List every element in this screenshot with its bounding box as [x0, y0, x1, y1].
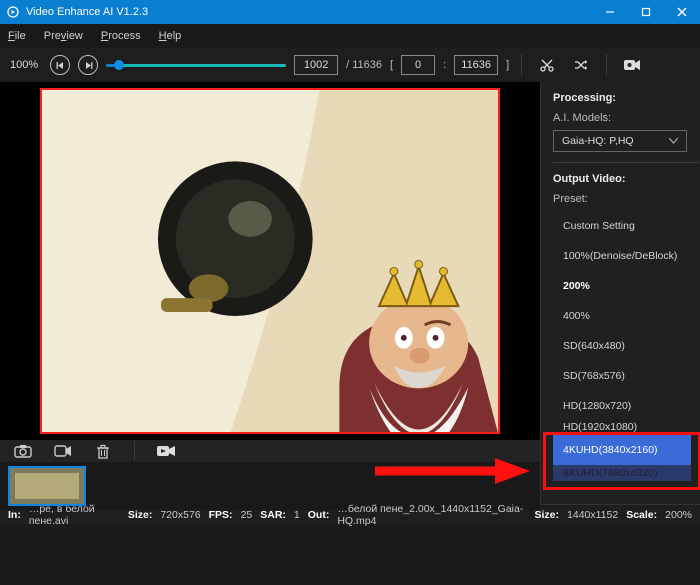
range-end-input[interactable]: 11636 — [454, 55, 498, 75]
zoom-level[interactable]: 100% — [10, 59, 38, 71]
minimize-button[interactable] — [592, 0, 628, 24]
status-size1-value: 720x576 — [160, 509, 200, 521]
preset-sd768[interactable]: SD(768x576) — [553, 361, 691, 391]
model-label: A.I. Models: — [553, 112, 700, 124]
status-out-label: Out: — [308, 509, 330, 521]
bracket-close: ] — [506, 59, 509, 71]
output-header: Output Video: — [553, 173, 700, 185]
side-panel: Processing: A.I. Models: Gaia-HQ: P,HQ O… — [540, 82, 700, 504]
preset-hd1280[interactable]: HD(1280x720) — [553, 391, 691, 421]
app-title: Video Enhance AI V1.2.3 — [26, 6, 592, 18]
status-sar-value: 1 — [294, 509, 300, 521]
preset-sd640[interactable]: SD(640x480) — [553, 331, 691, 361]
status-scale-label: Scale: — [626, 509, 657, 521]
model-select[interactable]: Gaia-HQ: P,HQ — [553, 130, 687, 152]
timeline-slider[interactable] — [106, 58, 286, 72]
status-bar: In: …pe, в белой пене.avi Size: 720x576 … — [0, 504, 700, 525]
chevron-down-icon — [669, 135, 678, 147]
next-frame-button[interactable] — [78, 55, 98, 75]
shuffle-button[interactable] — [568, 54, 594, 76]
preview-frame[interactable] — [40, 88, 500, 434]
prev-frame-button[interactable] — [50, 55, 70, 75]
maximize-button[interactable] — [628, 0, 664, 24]
status-size1-label: Size: — [128, 509, 153, 521]
app-logo — [6, 5, 20, 19]
preset-list: Custom Setting 100%(Denoise/DeBlock) 200… — [553, 211, 700, 481]
preset-custom[interactable]: Custom Setting — [553, 211, 691, 241]
status-fps-label: FPS: — [209, 509, 233, 521]
range-start-input[interactable]: 0 — [401, 55, 435, 75]
status-sar-label: SAR: — [260, 509, 286, 521]
status-size2-label: Size: — [535, 509, 560, 521]
preset-hd1920[interactable]: HD(1920x1080) — [553, 421, 691, 435]
trash-button[interactable] — [90, 440, 116, 462]
processing-header: Processing: — [553, 92, 700, 104]
cut-button[interactable] — [534, 54, 560, 76]
process-button[interactable] — [153, 440, 179, 462]
preset-label: Preset: — [553, 193, 700, 205]
range-sep: : — [443, 59, 446, 71]
preset-4kuhd[interactable]: 4KUHD(3840x2160) — [553, 435, 691, 465]
clip-thumbnail[interactable] — [8, 466, 86, 506]
status-in-value: …pe, в белой пене.avi — [29, 503, 120, 527]
record-button[interactable] — [619, 54, 645, 76]
current-frame-input[interactable]: 1002 — [294, 55, 338, 75]
toolbar: 100% 1002 / 11636 [ 0 : 11636 ] — [0, 48, 700, 82]
menubar: File Preview Process Help — [0, 24, 700, 48]
menu-file[interactable]: File — [8, 30, 26, 42]
total-frames: / 11636 — [346, 59, 382, 71]
titlebar: Video Enhance AI V1.2.3 — [0, 0, 700, 24]
model-value: Gaia-HQ: P,HQ — [562, 135, 634, 147]
bottom-toolbar — [0, 440, 540, 462]
preset-8kuhd[interactable]: 8KUHD(7680x4320) — [553, 465, 691, 481]
status-fps-value: 25 — [241, 509, 253, 521]
preset-200[interactable]: 200% — [553, 271, 691, 301]
status-size2-value: 1440x1152 — [567, 509, 618, 521]
status-in-label: In: — [8, 509, 21, 521]
bracket-open: [ — [390, 59, 393, 71]
menu-preview[interactable]: Preview — [44, 30, 83, 42]
snapshot-button[interactable] — [10, 440, 36, 462]
status-scale-value: 200% — [665, 509, 692, 521]
menu-process[interactable]: Process — [101, 30, 141, 42]
status-out-value: …белой пене_2.00x_1440x1152_Gaia-HQ.mp4 — [337, 503, 526, 527]
preset-100[interactable]: 100%(Denoise/DeBlock) — [553, 241, 691, 271]
close-button[interactable] — [664, 0, 700, 24]
preview-area — [0, 82, 540, 440]
camera-record-button[interactable] — [50, 440, 76, 462]
menu-help[interactable]: Help — [159, 30, 182, 42]
preset-400[interactable]: 400% — [553, 301, 691, 331]
